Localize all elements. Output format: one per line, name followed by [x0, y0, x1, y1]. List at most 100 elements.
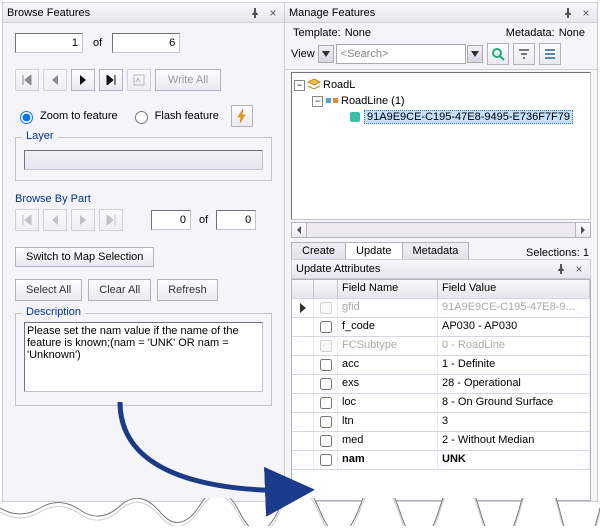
- grid-row[interactable]: namUNK: [292, 451, 590, 470]
- field-name-cell: loc: [338, 394, 438, 412]
- collapse-icon[interactable]: −: [294, 80, 305, 91]
- pin-icon[interactable]: [561, 6, 575, 20]
- field-name-cell: med: [338, 432, 438, 450]
- first-button[interactable]: [15, 69, 39, 91]
- row-checkbox-cell[interactable]: [314, 318, 338, 336]
- flash-feature-input[interactable]: [135, 111, 148, 124]
- prev-button[interactable]: [43, 69, 67, 91]
- collapse-icon[interactable]: −: [312, 96, 323, 107]
- field-value-cell[interactable]: 91A9E9CE-C195-47E8-9...: [438, 299, 590, 317]
- row-selector[interactable]: [292, 375, 314, 393]
- field-value-cell[interactable]: 2 - Without Median: [438, 432, 590, 450]
- field-value-cell[interactable]: 3: [438, 413, 590, 431]
- part-last-button[interactable]: [99, 209, 123, 231]
- row-selector[interactable]: [292, 413, 314, 431]
- scroll-left-icon[interactable]: [291, 222, 307, 238]
- tree-child-row[interactable]: − RoadLine (1): [294, 93, 588, 109]
- row-checkbox-cell[interactable]: [314, 356, 338, 374]
- grid-row[interactable]: gfid91A9E9CE-C195-47E8-9...: [292, 299, 590, 318]
- grid-row[interactable]: exs28 - Operational: [292, 375, 590, 394]
- row-checkbox[interactable]: [320, 321, 332, 333]
- tree-horizontal-scrollbar[interactable]: [291, 222, 591, 238]
- row-selector[interactable]: [292, 394, 314, 412]
- write-one-button[interactable]: [127, 69, 151, 91]
- search-input[interactable]: <Search>: [336, 44, 466, 64]
- filter-icon[interactable]: [513, 43, 535, 65]
- switch-to-map-button[interactable]: Switch to Map Selection: [15, 247, 154, 267]
- tab-update[interactable]: Update: [345, 242, 402, 259]
- part-prev-button[interactable]: [43, 209, 67, 231]
- zoom-to-feature-radio[interactable]: Zoom to feature: [15, 108, 118, 124]
- field-value-cell[interactable]: UNK: [438, 451, 590, 469]
- field-value-cell[interactable]: 1 - Definite: [438, 356, 590, 374]
- field-value-cell[interactable]: 8 - On Ground Surface: [438, 394, 590, 412]
- row-selector[interactable]: [292, 318, 314, 336]
- row-selector[interactable]: [292, 299, 314, 317]
- tree-leaf-row[interactable]: 91A9E9CE-C195-47E8-9495-E736F7F79: [294, 109, 588, 125]
- torn-edge-decoration: [0, 498, 600, 526]
- row-selector[interactable]: [292, 451, 314, 469]
- template-label: Template:: [293, 27, 341, 39]
- part-first-button[interactable]: [15, 209, 39, 231]
- metadata-label: Metadata:: [506, 27, 555, 39]
- clear-all-button[interactable]: Clear All: [88, 279, 151, 301]
- row-checkbox-cell[interactable]: [314, 413, 338, 431]
- row-selector[interactable]: [292, 356, 314, 374]
- part-current-input[interactable]: [151, 210, 191, 230]
- row-checkbox[interactable]: [320, 416, 332, 428]
- write-all-button[interactable]: Write All: [155, 69, 221, 91]
- row-checkbox-cell[interactable]: [314, 299, 338, 317]
- field-value-cell[interactable]: 0 - RoadLine: [438, 337, 590, 355]
- template-metadata-row: Template: None Metadata: None: [285, 23, 597, 41]
- search-dropdown-button[interactable]: [467, 45, 483, 63]
- tab-create[interactable]: Create: [291, 242, 346, 259]
- row-checkbox[interactable]: [320, 378, 332, 390]
- grid-row[interactable]: FCSubtype0 - RoadLine: [292, 337, 590, 356]
- last-button[interactable]: [99, 69, 123, 91]
- row-checkbox[interactable]: [320, 302, 332, 314]
- row-checkbox[interactable]: [320, 397, 332, 409]
- pin-icon[interactable]: [554, 262, 568, 276]
- close-icon[interactable]: ×: [572, 262, 586, 276]
- flash-feature-radio[interactable]: Flash feature: [130, 108, 219, 124]
- field-value-cell[interactable]: 28 - Operational: [438, 375, 590, 393]
- scroll-right-icon[interactable]: [575, 222, 591, 238]
- view-dropdown-button[interactable]: [318, 45, 334, 63]
- zoom-to-feature-input[interactable]: [20, 111, 33, 124]
- tab-metadata[interactable]: Metadata: [402, 242, 470, 259]
- close-icon[interactable]: ×: [579, 6, 593, 20]
- grid-row[interactable]: acc1 - Definite: [292, 356, 590, 375]
- pin-icon[interactable]: [248, 6, 262, 20]
- part-next-button[interactable]: [71, 209, 95, 231]
- row-checkbox[interactable]: [320, 454, 332, 466]
- row-checkbox-cell[interactable]: [314, 337, 338, 355]
- row-selector[interactable]: [292, 337, 314, 355]
- grid-row[interactable]: f_codeAP030 - AP030: [292, 318, 590, 337]
- next-button[interactable]: [71, 69, 95, 91]
- list-view-icon[interactable]: [539, 43, 561, 65]
- select-all-button[interactable]: Select All: [15, 279, 82, 301]
- row-checkbox-cell[interactable]: [314, 432, 338, 450]
- page-current-input[interactable]: [15, 33, 83, 53]
- feature-tree[interactable]: − RoadL − RoadLine (1) 91A9E9CE-C19: [291, 72, 591, 220]
- flash-button[interactable]: [231, 105, 253, 127]
- row-checkbox[interactable]: [320, 340, 332, 352]
- grid-row[interactable]: loc8 - On Ground Surface: [292, 394, 590, 413]
- close-icon[interactable]: ×: [266, 6, 280, 20]
- row-checkbox-cell[interactable]: [314, 451, 338, 469]
- field-value-cell[interactable]: AP030 - AP030: [438, 318, 590, 336]
- manage-features-panel: Manage Features × Template: None Metadat…: [285, 3, 597, 501]
- scroll-track[interactable]: [307, 222, 575, 238]
- row-checkbox-cell[interactable]: [314, 375, 338, 393]
- grid-row[interactable]: ltn3: [292, 413, 590, 432]
- search-icon[interactable]: [487, 43, 509, 65]
- refresh-button[interactable]: Refresh: [157, 279, 218, 301]
- tree-root-row[interactable]: − RoadL: [294, 77, 588, 93]
- row-checkbox[interactable]: [320, 359, 332, 371]
- row-checkbox[interactable]: [320, 435, 332, 447]
- grid-row[interactable]: med2 - Without Median: [292, 432, 590, 451]
- row-checkbox-cell[interactable]: [314, 394, 338, 412]
- row-selector[interactable]: [292, 432, 314, 450]
- browse-by-part-title: Browse By Part: [15, 193, 272, 205]
- part-total-input: [216, 210, 256, 230]
